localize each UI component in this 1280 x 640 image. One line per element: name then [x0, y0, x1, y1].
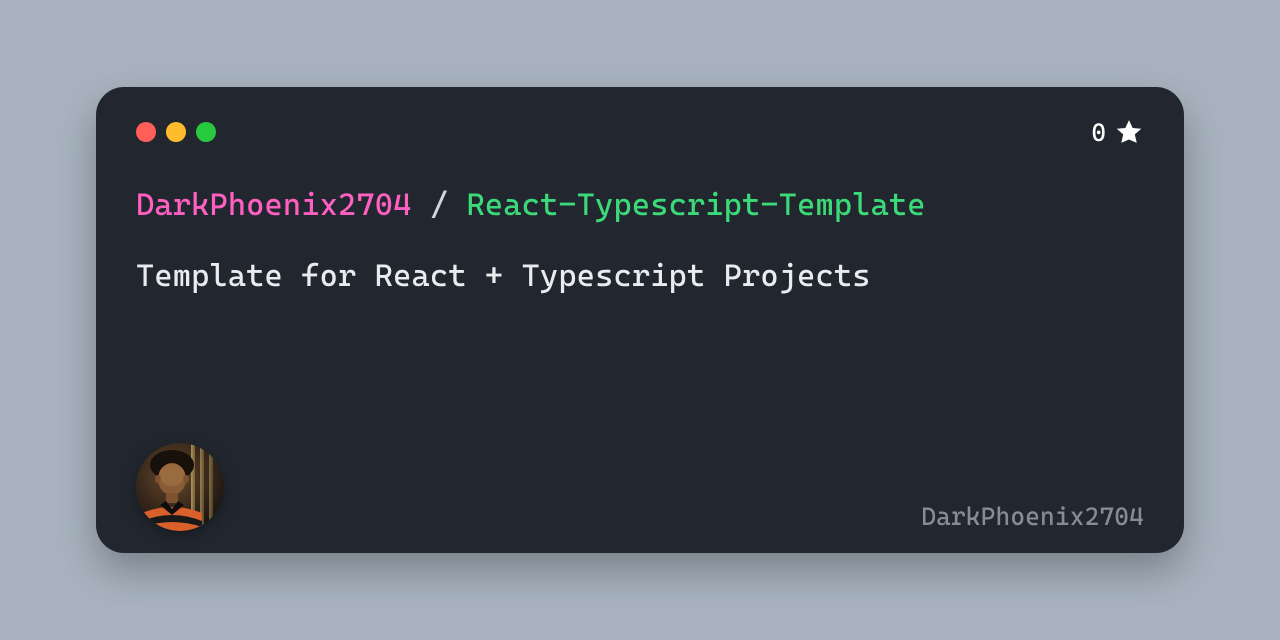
star-count-value: 0 — [1091, 118, 1106, 147]
username: DarkPhoenix2704 — [921, 502, 1144, 531]
breadcrumb-separator: / — [411, 187, 466, 223]
close-icon — [136, 122, 156, 142]
repo-description: Template for React + Typescript Projects — [136, 258, 1144, 294]
star-count: 0 — [1091, 117, 1144, 147]
star-icon — [1114, 117, 1144, 147]
traffic-lights — [136, 122, 216, 142]
minimize-icon — [166, 122, 186, 142]
owner-name: DarkPhoenix2704 — [136, 187, 411, 223]
zoom-icon — [196, 122, 216, 142]
avatar — [136, 443, 224, 531]
repo-breadcrumb: DarkPhoenix2704 / React-Typescript-Templ… — [136, 187, 1144, 224]
top-row: 0 — [136, 117, 1144, 147]
repo-card: 0 DarkPhoenix2704 / React-Typescript-Tem… — [96, 87, 1184, 553]
repo-name: React-Typescript-Template — [467, 187, 926, 223]
bottom-row: DarkPhoenix2704 — [136, 443, 1144, 531]
